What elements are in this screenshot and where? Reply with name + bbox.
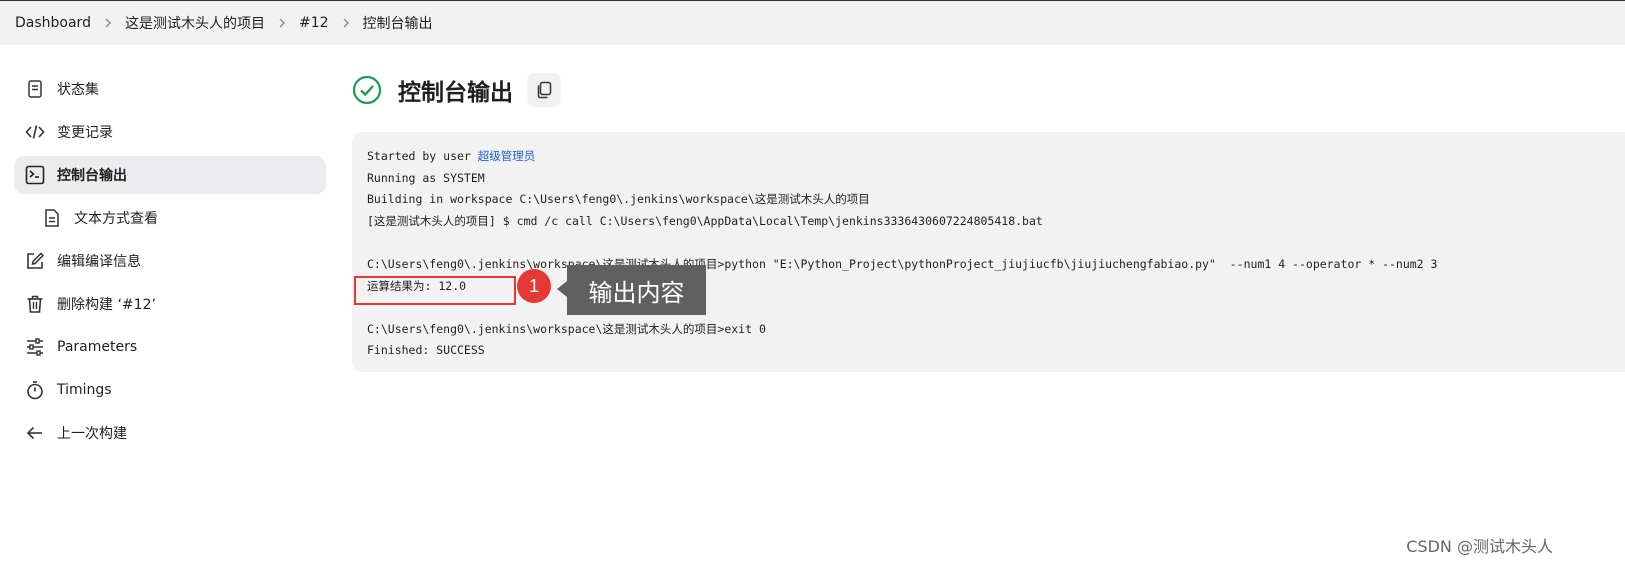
sidebar-item-previous-build[interactable]: 上一次构建	[14, 414, 326, 452]
sidebar: 状态集 变更记录 控制台输出 文本方式查看 编辑编译信息 删除构建 ‘#12’ …	[14, 70, 326, 457]
text-file-icon	[41, 207, 63, 229]
started-by-text: Started by user	[367, 149, 478, 163]
document-icon	[24, 78, 46, 100]
sidebar-item-label: 文本方式查看	[74, 211, 158, 227]
sidebar-item-timings[interactable]: Timings	[14, 371, 326, 409]
user-link[interactable]: 超级管理员	[478, 149, 536, 163]
console-line: Finished: SUCCESS	[367, 343, 485, 358]
sidebar-item-plain-text[interactable]: 文本方式查看	[14, 199, 326, 237]
sidebar-item-label: 删除构建 ‘#12’	[57, 297, 156, 313]
edit-icon	[24, 250, 46, 272]
console-line: Started by user 超级管理员	[367, 146, 1625, 168]
callout-arrow	[557, 281, 567, 297]
sidebar-item-label: Timings	[57, 382, 112, 398]
sidebar-item-label: Parameters	[57, 339, 138, 355]
chevron-right-icon	[329, 18, 363, 28]
sidebar-item-label: 控制台输出	[57, 168, 127, 184]
sidebar-item-changes[interactable]: 变更记录	[14, 113, 326, 151]
console-line: C:\Users\feng0\.jenkins\workspace\这是测试木头…	[367, 321, 766, 336]
sliders-icon	[24, 336, 46, 358]
annotation-marker: 1	[517, 269, 551, 303]
console-line: C:\Users\feng0\.jenkins\workspace\这是测试木头…	[367, 256, 1438, 271]
copy-button[interactable]	[527, 73, 561, 107]
sidebar-item-label: 编辑编译信息	[57, 254, 141, 270]
sidebar-item-label: 状态集	[57, 82, 99, 98]
chevron-right-icon	[91, 18, 125, 28]
chevron-right-icon	[265, 18, 299, 28]
breadcrumb-dashboard[interactable]: Dashboard	[15, 15, 91, 31]
sidebar-item-parameters[interactable]: Parameters	[14, 328, 326, 366]
arrow-left-icon	[24, 422, 46, 444]
console-output: Started by user 超级管理员 Running as SYSTEM …	[352, 132, 1625, 372]
main-content: 控制台输出 Started by user 超级管理员 Running as S…	[352, 70, 1625, 372]
sidebar-item-edit-info[interactable]: 编辑编译信息	[14, 242, 326, 280]
stopwatch-icon	[24, 379, 46, 401]
breadcrumb: Dashboard 这是测试木头人的项目 #12 控制台输出	[0, 1, 1625, 45]
copy-icon	[537, 81, 552, 99]
watermark: CSDN @测试木头人	[1406, 537, 1553, 556]
title-row: 控制台输出	[352, 70, 1625, 110]
sidebar-item-delete-build[interactable]: 删除构建 ‘#12’	[14, 285, 326, 323]
breadcrumb-build[interactable]: #12	[299, 15, 329, 31]
sidebar-item-console[interactable]: 控制台输出	[14, 156, 326, 194]
breadcrumb-project[interactable]: 这是测试木头人的项目	[125, 13, 265, 33]
result-highlight-box	[354, 276, 516, 305]
breadcrumb-console[interactable]: 控制台输出	[363, 13, 433, 33]
success-check-icon	[352, 75, 382, 105]
trash-icon	[24, 293, 46, 315]
sidebar-item-label: 变更记录	[57, 125, 113, 141]
page-title: 控制台输出	[398, 80, 513, 106]
annotation-callout: 输出内容	[567, 265, 706, 315]
terminal-icon	[24, 164, 46, 186]
sidebar-item-status[interactable]: 状态集	[14, 70, 326, 108]
sidebar-item-label: 上一次构建	[57, 426, 127, 442]
console-result-line: 运算结果为: 12.0	[367, 278, 467, 293]
console-line: [这是测试木头人的项目] $ cmd /c call C:\Users\feng…	[367, 213, 1043, 228]
console-line: Building in workspace C:\Users\feng0\.je…	[367, 192, 870, 207]
console-line: Running as SYSTEM	[367, 170, 485, 185]
code-icon	[24, 121, 46, 143]
